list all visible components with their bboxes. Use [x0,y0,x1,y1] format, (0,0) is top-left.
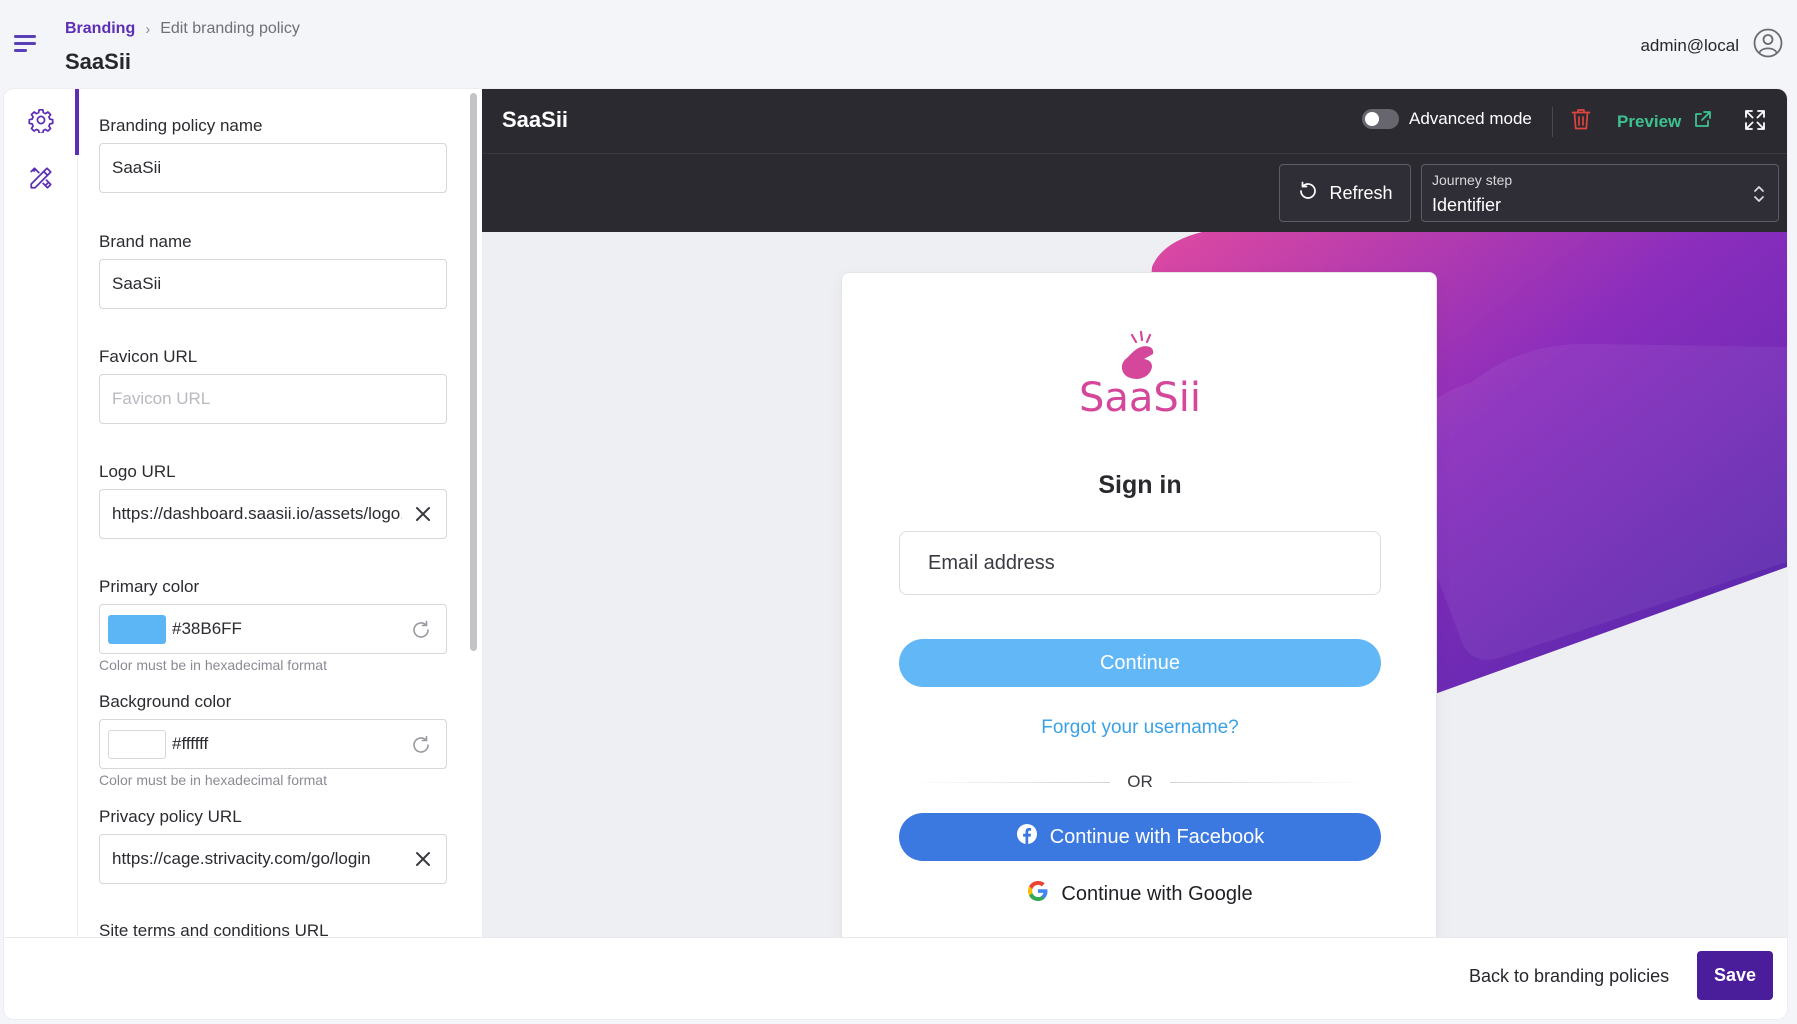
background-color-input[interactable] [172,734,446,754]
breadcrumb-separator: › [145,20,151,38]
brand-name-label: Brand name [99,232,192,251]
continue-with-facebook-button[interactable]: Continue with Facebook [899,813,1381,861]
breadcrumb: Branding › Edit branding policy [65,20,300,38]
rail-item-design[interactable] [4,147,78,213]
hamburger-menu-icon[interactable] [14,34,38,54]
advanced-mode-switch[interactable] [1362,109,1399,129]
favicon-url-input[interactable] [112,389,446,409]
policy-name-label: Branding policy name [99,116,263,135]
primary-color-input[interactable] [172,619,446,639]
form-footer: Back to branding policies Save [4,937,1787,1019]
privacy-url-clear-icon[interactable] [414,850,432,868]
header-divider [1552,107,1553,137]
user-name: admin@local [1640,35,1739,55]
refresh-label: Refresh [1329,182,1393,203]
privacy-url-input[interactable] [112,849,402,869]
journey-step-value: Identifier [1432,195,1502,215]
top-header: Branding › Edit branding policy SaaSii a… [0,0,1797,90]
brand-logo-text: SaaSii [1080,375,1200,419]
privacy-url-label: Privacy policy URL [99,807,242,826]
primary-color-label: Primary color [99,577,200,596]
primary-color-helper: Color must be in hexadecimal format [99,657,327,673]
breadcrumb-current: Edit branding policy [160,20,300,37]
login-card: SaaSii Sign in Continue Forgot your user… [841,272,1437,937]
fullscreen-expand-icon[interactable] [1744,109,1766,131]
continue-with-google-button[interactable]: Continue with Google [899,870,1381,918]
logo-url-label: Logo URL [99,462,176,481]
main-card: Branding policy name Brand name Favicon … [4,89,1787,1019]
favicon-url-field[interactable] [99,374,447,424]
preview-canvas: SaaSii Sign in Continue Forgot your user… [482,232,1787,937]
google-icon [1027,880,1049,908]
email-address-field[interactable] [899,531,1381,595]
gear-icon [28,107,54,138]
continue-button[interactable]: Continue [899,639,1381,687]
advanced-mode-toggle[interactable]: Advanced mode [1362,109,1532,129]
brand-logo: SaaSii [1079,329,1201,424]
user-avatar-icon [1753,28,1783,63]
journey-step-label: Journey step [1432,172,1513,188]
advanced-mode-label: Advanced mode [1409,109,1532,128]
page-title: SaaSii [65,49,132,74]
logo-url-clear-icon[interactable] [414,505,432,523]
refresh-button[interactable]: Refresh [1279,164,1411,222]
background-color-field[interactable] [99,719,447,769]
branding-settings-form: Branding policy name Brand name Favicon … [79,89,482,937]
or-label: OR [1127,772,1153,791]
background-color-helper: Color must be in hexadecimal format [99,772,327,788]
brand-name-field[interactable] [99,259,447,309]
settings-rail [4,89,79,937]
preview-link[interactable]: Preview [1617,109,1713,134]
rail-item-settings[interactable] [4,89,79,155]
breadcrumb-link-branding[interactable]: Branding [65,20,135,38]
external-link-icon [1693,109,1713,134]
back-to-branding-policies-link[interactable]: Back to branding policies [1469,966,1669,987]
chevron-up-down-icon [1752,183,1766,205]
or-divider: OR [910,771,1370,793]
trash-icon[interactable] [1570,107,1594,133]
preview-header: SaaSii Advanced mode Preview [482,89,1787,154]
logo-url-field[interactable] [99,489,447,539]
background-color-label: Background color [99,692,232,711]
form-scrollbar[interactable] [470,93,477,651]
email-address-input[interactable] [928,551,1380,575]
preview-title: SaaSii [502,107,569,132]
logo-url-input[interactable] [112,504,402,524]
design-tools-icon [28,165,54,196]
preview-toolbar: Refresh Journey step Identifier [482,154,1787,232]
user-menu[interactable]: admin@local [1640,28,1783,63]
preview-link-label: Preview [1617,111,1682,131]
forgot-username-link[interactable]: Forgot your username? [842,717,1438,739]
facebook-button-label: Continue with Facebook [1049,825,1265,848]
facebook-icon [1016,823,1038,851]
primary-color-reset-icon[interactable] [410,619,432,641]
refresh-icon [1297,180,1319,207]
policy-name-field[interactable] [99,143,447,193]
terms-url-label: Site terms and conditions URL [99,921,329,937]
policy-name-input[interactable] [112,158,446,178]
save-button[interactable]: Save [1697,951,1773,1000]
primary-color-swatch[interactable] [108,614,166,644]
privacy-url-field[interactable] [99,834,447,884]
primary-color-field[interactable] [99,604,447,654]
signin-heading: Sign in [1098,471,1182,499]
favicon-url-label: Favicon URL [99,347,198,366]
preview-pane: SaaSii Advanced mode Preview Refresh Jou… [482,89,1787,937]
background-color-swatch[interactable] [108,729,166,759]
journey-step-select[interactable]: Journey step Identifier [1421,164,1779,222]
background-color-reset-icon[interactable] [410,734,432,756]
brand-name-input[interactable] [112,274,446,294]
google-button-label: Continue with Google [1061,882,1253,905]
